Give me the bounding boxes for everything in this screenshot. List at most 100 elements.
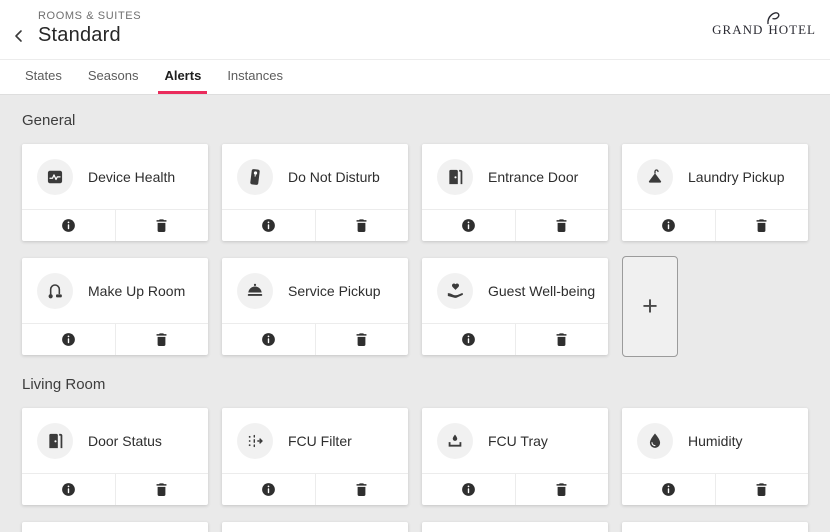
alert-card-label: FCU Tray xyxy=(488,433,548,449)
tab-seasons[interactable]: Seasons xyxy=(82,60,145,94)
trash-icon xyxy=(553,331,570,348)
alert-card-label: Service Pickup xyxy=(288,283,381,299)
alert-card-partial xyxy=(422,522,608,532)
info-button[interactable] xyxy=(222,324,315,355)
info-button[interactable] xyxy=(422,474,515,505)
alert-card-label: Make Up Room xyxy=(88,283,185,299)
alert-card-actions xyxy=(222,473,408,505)
delete-button[interactable] xyxy=(515,324,609,355)
tab-alerts[interactable]: Alerts xyxy=(158,60,207,94)
alert-card-partial xyxy=(222,522,408,532)
delete-button[interactable] xyxy=(115,474,209,505)
card-grid: Device Health Do Not Disturb xyxy=(22,144,808,357)
add-alert-card-button[interactable]: + xyxy=(622,256,678,357)
water-drop-icon xyxy=(637,423,673,459)
delete-button[interactable] xyxy=(715,210,809,241)
info-icon xyxy=(460,481,477,498)
alert-card-actions xyxy=(622,209,808,241)
alert-card-header: Laundry Pickup xyxy=(622,144,808,209)
alert-card: FCU Tray xyxy=(422,408,608,505)
alert-card-actions xyxy=(422,323,608,355)
info-button[interactable] xyxy=(22,210,115,241)
hand-heart-icon xyxy=(437,273,473,309)
alert-card-actions xyxy=(422,473,608,505)
vacuum-icon xyxy=(37,273,73,309)
delete-button[interactable] xyxy=(315,324,409,355)
delete-button[interactable] xyxy=(115,324,209,355)
door-hanger-icon xyxy=(237,159,273,195)
alert-card: Do Not Disturb xyxy=(222,144,408,241)
tray-drop-icon xyxy=(437,423,473,459)
alert-card-partial xyxy=(22,522,208,532)
logo-flourish-icon xyxy=(766,11,782,25)
trash-icon xyxy=(753,217,770,234)
tab-label: States xyxy=(25,68,62,83)
alert-card-actions xyxy=(22,323,208,355)
delete-button[interactable] xyxy=(115,210,209,241)
info-icon xyxy=(60,481,77,498)
alert-card-header: Service Pickup xyxy=(222,258,408,323)
delete-button[interactable] xyxy=(315,474,409,505)
info-button[interactable] xyxy=(22,474,115,505)
alert-card-actions xyxy=(622,473,808,505)
air-filter-icon xyxy=(237,423,273,459)
info-icon xyxy=(660,217,677,234)
trash-icon xyxy=(753,481,770,498)
info-icon xyxy=(260,331,277,348)
header: ROOMS & SUITES Standard GrandHotel xyxy=(0,0,830,60)
alert-card-label: Laundry Pickup xyxy=(688,169,785,185)
alert-card-label: Do Not Disturb xyxy=(288,169,380,185)
info-icon xyxy=(460,217,477,234)
plus-icon: + xyxy=(642,291,658,322)
alert-card-partial xyxy=(622,522,808,532)
page-title: Standard xyxy=(38,24,121,47)
trash-icon xyxy=(353,217,370,234)
tab-states[interactable]: States xyxy=(19,60,68,94)
info-button[interactable] xyxy=(222,474,315,505)
tab-label: Alerts xyxy=(164,68,201,83)
info-button[interactable] xyxy=(622,474,715,505)
alert-card-label: Door Status xyxy=(88,433,162,449)
delete-button[interactable] xyxy=(515,210,609,241)
delete-button[interactable] xyxy=(315,210,409,241)
cloche-icon xyxy=(237,273,273,309)
alert-card-actions xyxy=(222,323,408,355)
tab-label: Seasons xyxy=(88,68,139,83)
info-icon xyxy=(460,331,477,348)
alert-card-header: FCU Filter xyxy=(222,408,408,473)
delete-button[interactable] xyxy=(715,474,809,505)
alert-card-header: Make Up Room xyxy=(22,258,208,323)
trash-icon xyxy=(153,481,170,498)
alert-card-header: Door Status xyxy=(22,408,208,473)
hotel-logo: GrandHotel xyxy=(712,18,816,40)
delete-button[interactable] xyxy=(515,474,609,505)
back-button[interactable] xyxy=(8,25,30,47)
alert-card-label: Humidity xyxy=(688,433,742,449)
info-button[interactable] xyxy=(22,324,115,355)
info-button[interactable] xyxy=(222,210,315,241)
door-icon xyxy=(437,159,473,195)
device-health-icon xyxy=(37,159,73,195)
alert-card: Device Health xyxy=(22,144,208,241)
card-grid: Door Status FCU Filter FCU T xyxy=(22,408,808,532)
alert-card: Guest Well-being xyxy=(422,258,608,355)
trash-icon xyxy=(353,331,370,348)
alert-card-label: Device Health xyxy=(88,169,175,185)
alert-card: Laundry Pickup xyxy=(622,144,808,241)
alert-card-header: Do Not Disturb xyxy=(222,144,408,209)
info-button[interactable] xyxy=(622,210,715,241)
info-icon xyxy=(60,217,77,234)
alert-card-header: Humidity xyxy=(622,408,808,473)
alert-card-actions xyxy=(422,209,608,241)
info-button[interactable] xyxy=(422,210,515,241)
alert-card: FCU Filter xyxy=(222,408,408,505)
alert-card: Humidity xyxy=(622,408,808,505)
tab-instances[interactable]: Instances xyxy=(221,60,289,94)
alert-card-actions xyxy=(22,209,208,241)
alerts-section: General Device Health Do Not Disturb xyxy=(22,112,808,357)
trash-icon xyxy=(153,217,170,234)
info-button[interactable] xyxy=(422,324,515,355)
trash-icon xyxy=(153,331,170,348)
alert-card-header: Guest Well-being xyxy=(422,258,608,323)
alert-card-actions xyxy=(22,473,208,505)
